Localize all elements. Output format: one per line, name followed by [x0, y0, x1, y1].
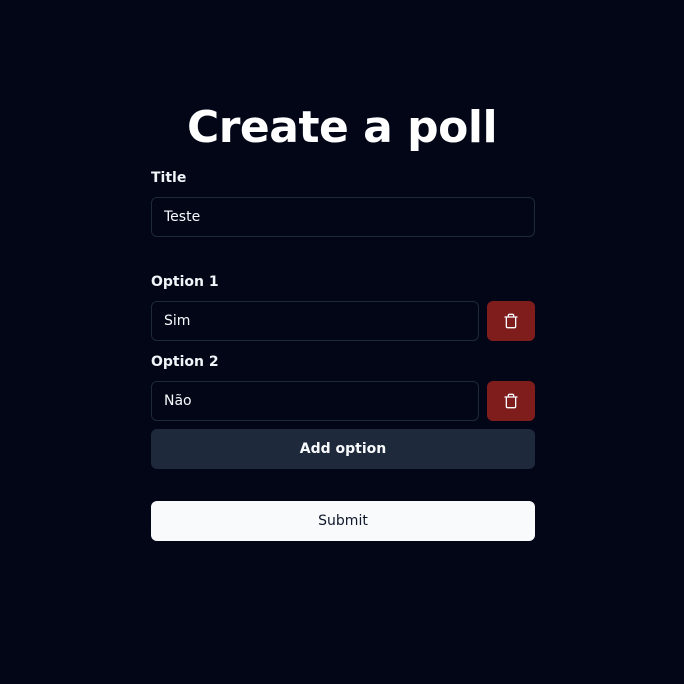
- option-2-label: Option 2: [151, 354, 219, 370]
- add-option-button[interactable]: Add option: [151, 429, 535, 469]
- option-1-label: Option 1: [151, 274, 219, 290]
- trash-icon: [503, 313, 519, 329]
- title-input[interactable]: [151, 197, 535, 237]
- delete-option-2-button[interactable]: [487, 381, 535, 421]
- trash-icon: [503, 393, 519, 409]
- create-poll-page: Create a poll Title Option 1 Option 2 Ad…: [0, 0, 684, 684]
- page-title: Create a poll: [186, 102, 498, 153]
- option-1-input[interactable]: [151, 301, 479, 341]
- delete-option-1-button[interactable]: [487, 301, 535, 341]
- submit-button[interactable]: Submit: [151, 501, 535, 541]
- title-label: Title: [151, 170, 187, 186]
- option-2-input[interactable]: [151, 381, 479, 421]
